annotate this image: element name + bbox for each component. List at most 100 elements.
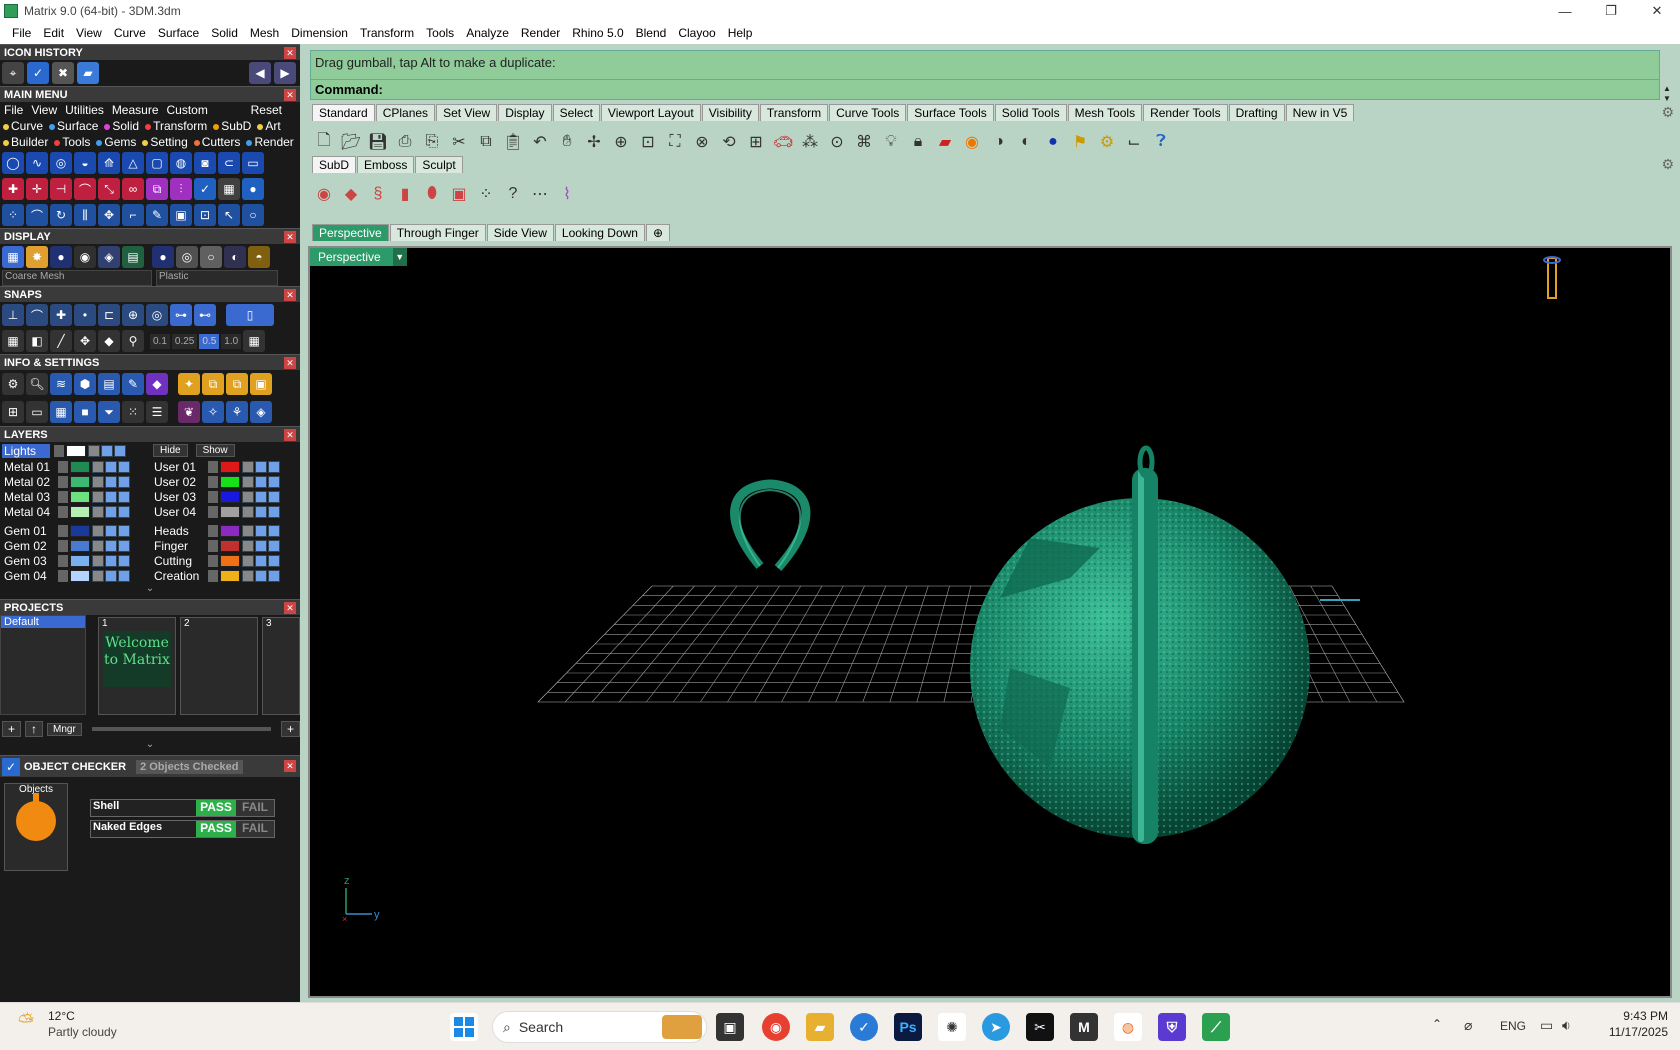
file-explorer-icon[interactable]: ▰ bbox=[806, 1013, 834, 1041]
layer-name[interactable]: Cutting bbox=[150, 554, 208, 568]
menu-builder-item[interactable]: Builder bbox=[0, 135, 51, 149]
surface-icon[interactable]: ◒ bbox=[74, 152, 96, 174]
add-project-icon[interactable]: + bbox=[2, 721, 22, 737]
layer-expand-icon[interactable] bbox=[208, 554, 218, 567]
subd-mesh-icon[interactable]: ▣ bbox=[447, 182, 471, 206]
layer-row[interactable]: Cutting bbox=[150, 553, 300, 568]
layer-vis-icon[interactable] bbox=[105, 539, 117, 552]
layer-name[interactable]: Gem 03 bbox=[0, 554, 58, 568]
ortho-toggle-icon[interactable]: ▯ bbox=[226, 304, 274, 326]
layer-vis-icon[interactable] bbox=[255, 490, 267, 503]
photoshop-icon[interactable]: Ps bbox=[894, 1013, 922, 1041]
tab-select[interactable]: Select bbox=[552, 104, 600, 121]
car-icon[interactable]: 🚗︎ bbox=[771, 130, 795, 154]
menu-transform[interactable]: Transform bbox=[354, 26, 420, 40]
menu-view[interactable]: View bbox=[70, 26, 108, 40]
chrome-icon[interactable]: ◉ bbox=[762, 1013, 790, 1041]
tab-display[interactable]: Display bbox=[498, 104, 552, 121]
tab-through-finger[interactable]: Through Finger bbox=[389, 224, 486, 241]
menu-subd-item[interactable]: SubD bbox=[210, 119, 254, 133]
layer-name[interactable]: Creation bbox=[150, 569, 208, 583]
tab-mesh-tools[interactable]: Mesh Tools bbox=[1067, 104, 1143, 121]
line-snap-icon[interactable]: ╱ bbox=[50, 330, 72, 352]
checker-objects-box[interactable]: Objects bbox=[4, 783, 68, 871]
layer-color-swatch[interactable] bbox=[220, 475, 240, 488]
layer-color-swatch[interactable] bbox=[220, 505, 240, 518]
tab-perspective[interactable]: Perspective bbox=[312, 224, 389, 241]
settings-gear-icon[interactable]: ⚙ bbox=[2, 373, 24, 395]
circle-point-icon[interactable]: ⊙ bbox=[825, 130, 849, 154]
layer-color-swatch[interactable] bbox=[70, 524, 90, 537]
menu-curve-item[interactable]: Curve bbox=[0, 119, 46, 133]
layer-expand-icon[interactable] bbox=[58, 554, 68, 567]
grid-settings-icon[interactable]: ▦ bbox=[243, 330, 266, 352]
tab-subd[interactable]: SubD bbox=[312, 156, 357, 173]
help-icon[interactable]: ❓︎ bbox=[1149, 130, 1173, 154]
menu-render-item[interactable]: Render bbox=[243, 135, 296, 149]
object-box-icon[interactable]: ▦ bbox=[50, 401, 72, 423]
tab-curve-tools[interactable]: Curve Tools bbox=[829, 104, 907, 121]
menu-dimension[interactable]: Dimension bbox=[285, 26, 354, 40]
command-input[interactable]: Command: bbox=[311, 79, 1659, 99]
layer-row[interactable]: Finger bbox=[150, 538, 300, 553]
lock-icon[interactable]: 🔒︎ bbox=[906, 130, 930, 154]
open-folder-icon[interactable]: ▰ bbox=[77, 62, 99, 84]
layer-lock-icon[interactable] bbox=[92, 490, 104, 503]
manager-button[interactable]: Mngr bbox=[47, 722, 82, 736]
layer-lock-icon[interactable] bbox=[242, 554, 254, 567]
perp-snap-icon[interactable]: ◎ bbox=[146, 304, 168, 326]
layer-vis-icon[interactable] bbox=[105, 475, 117, 488]
layer-color-swatch[interactable] bbox=[70, 460, 90, 473]
panel-icon[interactable]: ▭ bbox=[242, 152, 264, 174]
main-menu-measure[interactable]: Measure bbox=[108, 103, 163, 117]
layer-color-swatch[interactable] bbox=[70, 505, 90, 518]
frame-icon[interactable]: ⊡ bbox=[194, 204, 216, 226]
capcut-icon[interactable]: ✂ bbox=[1026, 1013, 1054, 1041]
layer-lock-icon[interactable] bbox=[242, 475, 254, 488]
layer-lock-icon[interactable] bbox=[242, 490, 254, 503]
close-icon[interactable]: ✕ bbox=[284, 289, 296, 301]
gold-ball-icon[interactable]: ◓ bbox=[248, 246, 270, 268]
snap-value-3[interactable]: 1.0 bbox=[221, 333, 242, 349]
environment-icon[interactable]: ▤ bbox=[122, 246, 144, 268]
menu-clayoo[interactable]: Clayoo bbox=[672, 26, 721, 40]
main-menu-utilities[interactable]: Utilities bbox=[61, 103, 108, 117]
layer-expand-icon[interactable] bbox=[208, 460, 218, 473]
menu-solid[interactable]: Solid bbox=[205, 26, 244, 40]
subd-points-icon[interactable]: ⁘ bbox=[474, 182, 498, 206]
tab-sculpt[interactable]: Sculpt bbox=[415, 156, 463, 173]
close-icon[interactable]: ✕ bbox=[284, 89, 296, 101]
layer-name[interactable]: Metal 01 bbox=[0, 460, 58, 474]
tab-set-view[interactable]: Set View bbox=[436, 104, 498, 121]
snap-value-1[interactable]: 0.25 bbox=[171, 333, 198, 349]
list-icon[interactable]: ☰ bbox=[146, 401, 168, 423]
layer-render-icon[interactable] bbox=[118, 539, 130, 552]
task-view-icon[interactable]: ▣ bbox=[716, 1013, 744, 1041]
quad-snap-icon[interactable]: ⊷ bbox=[194, 304, 216, 326]
layer-name[interactable]: User 04 bbox=[150, 505, 208, 519]
m-app-icon[interactable]: M bbox=[1070, 1013, 1098, 1041]
menu-transform-item[interactable]: Transform bbox=[142, 119, 210, 133]
layer-row[interactable]: Gem 02 bbox=[0, 538, 150, 553]
snap-point-icon[interactable]: ⌘ bbox=[852, 130, 876, 154]
bezel-icon[interactable]: ◙ bbox=[194, 152, 216, 174]
monitor-icon[interactable]: ▭ bbox=[26, 401, 48, 423]
layer-render-icon[interactable] bbox=[268, 569, 280, 582]
new-file-icon[interactable]: 🗋︎ bbox=[312, 130, 336, 154]
mesh-select[interactable]: Coarse Mesh bbox=[2, 270, 152, 286]
save-icon[interactable]: 💾︎ bbox=[366, 130, 390, 154]
menu-setting-item[interactable]: Setting bbox=[139, 135, 190, 149]
menu-render[interactable]: Render bbox=[515, 26, 566, 40]
project-default[interactable]: Default bbox=[1, 616, 85, 628]
weather-temp[interactable]: 12°C bbox=[48, 1009, 75, 1023]
tab-standard[interactable]: Standard bbox=[312, 104, 375, 121]
layer-vis-icon[interactable] bbox=[255, 569, 267, 582]
layer-expand-icon[interactable] bbox=[208, 490, 218, 503]
layer-expand-icon[interactable] bbox=[208, 524, 218, 537]
cube-icon[interactable]: ⬢ bbox=[74, 373, 96, 395]
menu-tools-item[interactable]: Tools bbox=[51, 135, 93, 149]
ring-icon[interactable]: ◎ bbox=[50, 152, 72, 174]
layer-render-icon[interactable] bbox=[268, 505, 280, 518]
main-menu-view[interactable]: View bbox=[27, 103, 61, 117]
gem-tool-icon[interactable]: ✧ bbox=[202, 401, 224, 423]
